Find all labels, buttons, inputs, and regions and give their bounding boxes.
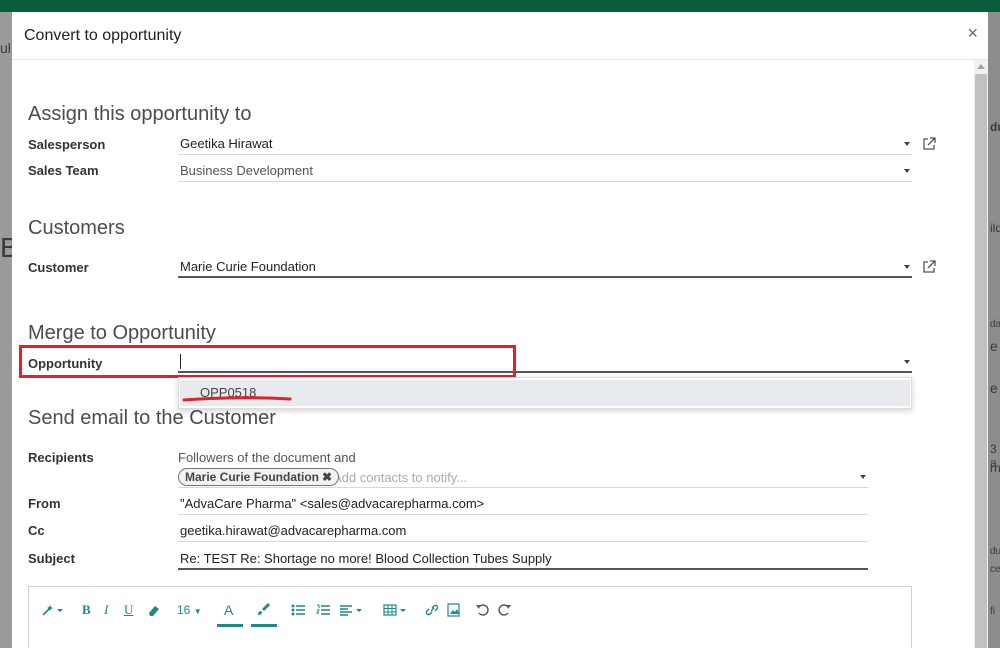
section-title-merge: Merge to Opportunity bbox=[28, 322, 216, 344]
external-link-icon[interactable] bbox=[922, 137, 936, 151]
from-label: From bbox=[28, 496, 61, 511]
underline-button[interactable]: U bbox=[124, 602, 133, 618]
recipients-placeholder: Add contacts to notify... bbox=[333, 470, 468, 485]
background-text: du bbox=[990, 546, 1000, 557]
recipients-label: Recipients bbox=[28, 450, 94, 465]
recipient-tag[interactable]: Marie Curie Foundation ✖ bbox=[178, 468, 340, 486]
ordered-list-icon[interactable] bbox=[316, 602, 330, 618]
app-topbar bbox=[0, 0, 1000, 12]
annotation-highlight-box bbox=[19, 345, 516, 378]
section-title-customers: Customers bbox=[28, 217, 125, 239]
close-button[interactable]: × bbox=[967, 24, 978, 42]
annotation-underline bbox=[182, 396, 292, 402]
font-size-dropdown[interactable]: 16 ▼ bbox=[177, 602, 202, 618]
subject-value: Re: TEST Re: Shortage no more! Blood Col… bbox=[180, 551, 552, 566]
opportunity-autocomplete-dropdown: OPP0518 bbox=[178, 377, 912, 409]
undo-icon[interactable] bbox=[475, 602, 489, 618]
from-field[interactable]: "AdvaCare Pharma" <sales@advacarepharma.… bbox=[178, 493, 868, 515]
customer-value: Marie Curie Foundation bbox=[180, 259, 316, 274]
scroll-up-arrow-icon[interactable] bbox=[977, 64, 985, 69]
email-body-editor[interactable]: B I U 16 ▼ A bbox=[28, 586, 912, 648]
customer-label: Customer bbox=[28, 260, 89, 275]
section-title-assign: Assign this opportunity to bbox=[28, 103, 252, 125]
unordered-list-icon[interactable] bbox=[291, 602, 305, 618]
subject-field[interactable]: Re: TEST Re: Shortage no more! Blood Col… bbox=[178, 548, 868, 570]
cc-field[interactable]: geetika.hirawat@advacarepharma.com bbox=[178, 520, 868, 542]
chevron-down-icon[interactable] bbox=[904, 265, 910, 269]
recipient-tag-label: Marie Curie Foundation bbox=[185, 470, 320, 484]
bold-button[interactable]: B bbox=[82, 602, 91, 618]
background-text: rn bbox=[990, 461, 1000, 475]
salesperson-value: Geetika Hirawat bbox=[180, 136, 273, 151]
sales-team-label: Sales Team bbox=[28, 163, 99, 178]
redo-icon[interactable] bbox=[498, 602, 512, 618]
chevron-down-icon[interactable] bbox=[904, 169, 910, 173]
sales-team-value: Business Development bbox=[180, 163, 313, 178]
sales-team-field[interactable]: Business Development bbox=[178, 160, 912, 182]
link-icon[interactable] bbox=[425, 602, 439, 618]
customer-field[interactable]: Marie Curie Foundation bbox=[178, 256, 912, 278]
font-size-value: 16 bbox=[177, 603, 191, 617]
paint-brush-icon[interactable] bbox=[257, 602, 271, 618]
scroll-thumb[interactable] bbox=[975, 74, 987, 648]
external-link-icon[interactable] bbox=[922, 260, 936, 274]
magic-wand-icon[interactable] bbox=[41, 602, 65, 618]
align-dropdown-icon[interactable] bbox=[339, 602, 365, 618]
background-text: ce bbox=[990, 564, 1000, 575]
caret-down-icon: ▼ bbox=[193, 607, 202, 616]
image-icon[interactable] bbox=[447, 602, 461, 618]
chevron-down-icon[interactable] bbox=[904, 142, 910, 146]
italic-button[interactable]: I bbox=[104, 602, 108, 618]
remove-tag-icon[interactable]: ✖ bbox=[322, 469, 332, 485]
modal-title: Convert to opportunity bbox=[24, 27, 182, 44]
background-left-strip bbox=[0, 12, 12, 648]
background-text: e bbox=[990, 338, 998, 354]
salesperson-field[interactable]: Geetika Hirawat bbox=[178, 133, 912, 155]
editor-toolbar: B I U 16 ▼ A bbox=[29, 587, 913, 631]
from-value: "AdvaCare Pharma" <sales@advacarepharma.… bbox=[180, 496, 485, 511]
background-color-bar bbox=[251, 624, 277, 627]
modal-scrollbar[interactable] bbox=[974, 60, 988, 648]
recipients-note: Followers of the document and bbox=[178, 450, 356, 465]
background-text: ild bbox=[990, 221, 1000, 235]
font-color-bar bbox=[217, 624, 243, 627]
cc-label: Cc bbox=[28, 523, 45, 538]
section-title-email: Send email to the Customer bbox=[28, 407, 276, 429]
chevron-down-icon[interactable] bbox=[860, 475, 866, 479]
background-text: e bbox=[990, 380, 998, 396]
table-dropdown-icon[interactable] bbox=[383, 602, 409, 618]
chevron-down-icon[interactable] bbox=[904, 360, 910, 364]
salesperson-label: Salesperson bbox=[28, 137, 106, 152]
background-text: da bbox=[990, 319, 1000, 330]
eraser-icon[interactable] bbox=[147, 602, 161, 618]
background-text: fi bbox=[990, 606, 995, 617]
modal-header: Convert to opportunity × bbox=[12, 12, 988, 60]
convert-opportunity-dialog: Convert to opportunity × Assign this opp… bbox=[12, 12, 988, 648]
cc-value: geetika.hirawat@advacarepharma.com bbox=[180, 523, 407, 538]
background-text: ul bbox=[0, 40, 11, 56]
subject-label: Subject bbox=[28, 551, 75, 566]
background-text: du bbox=[990, 120, 1000, 134]
font-color-button[interactable]: A bbox=[224, 602, 233, 618]
